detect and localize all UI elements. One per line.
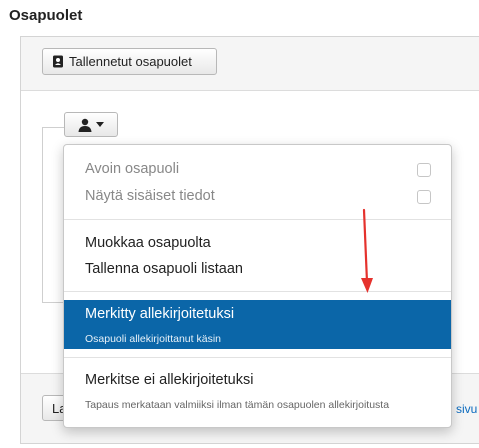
menu-item-label: Avoin osapuoli (85, 161, 180, 177)
menu-item-description: Osapuoli allekirjoittanut käsin (85, 333, 221, 345)
menu-item-label: Merkitse ei allekirjoitetuksi (85, 372, 254, 388)
menu-item-label: Tallenna osapuoli listaan (85, 261, 243, 277)
menu-item-label: Merkitty allekirjoitetuksi (85, 306, 235, 322)
menu-item-edit-party[interactable]: Muokkaa osapuolta (64, 235, 451, 255)
person-icon (78, 118, 92, 132)
party-menu-button[interactable] (64, 112, 118, 137)
saved-parties-button[interactable]: Tallennetut osapuolet (42, 48, 217, 75)
menu-item-show-internal[interactable]: Näytä sisäiset tiedot (64, 188, 451, 208)
menu-divider (64, 291, 451, 292)
menu-item-mark-signed[interactable]: Merkitty allekirjoitetuksi Osapuoli alle… (64, 300, 451, 349)
menu-item-save-party[interactable]: Tallenna osapuoli listaan (64, 261, 451, 281)
menu-item-label: Muokkaa osapuolta (85, 235, 211, 251)
show-internal-checkbox[interactable] (417, 190, 431, 204)
menu-item-open-party[interactable]: Avoin osapuoli (64, 161, 451, 181)
menu-item-mark-unsigned[interactable]: Merkitse ei allekirjoitetuksi Tapaus mer… (64, 369, 451, 415)
menu-item-description: Tapaus merkataan valmiiksi ilman tämän o… (85, 399, 390, 411)
open-party-checkbox[interactable] (417, 163, 431, 177)
party-dropdown-menu: Avoin osapuoli Näytä sisäiset tiedot Muo… (63, 144, 452, 428)
menu-divider (64, 219, 451, 220)
saved-parties-label: Tallennetut osapuolet (69, 54, 192, 69)
footer-link[interactable]: sivu (456, 402, 477, 416)
annotation-arrow-icon (361, 208, 373, 293)
menu-item-label: Näytä sisäiset tiedot (85, 188, 215, 204)
panel-header: Tallennetut osapuolet (21, 37, 479, 91)
section-title: Osapuolet (9, 7, 83, 24)
address-book-icon (53, 55, 63, 68)
menu-divider (64, 357, 451, 358)
chevron-down-icon (96, 122, 104, 127)
